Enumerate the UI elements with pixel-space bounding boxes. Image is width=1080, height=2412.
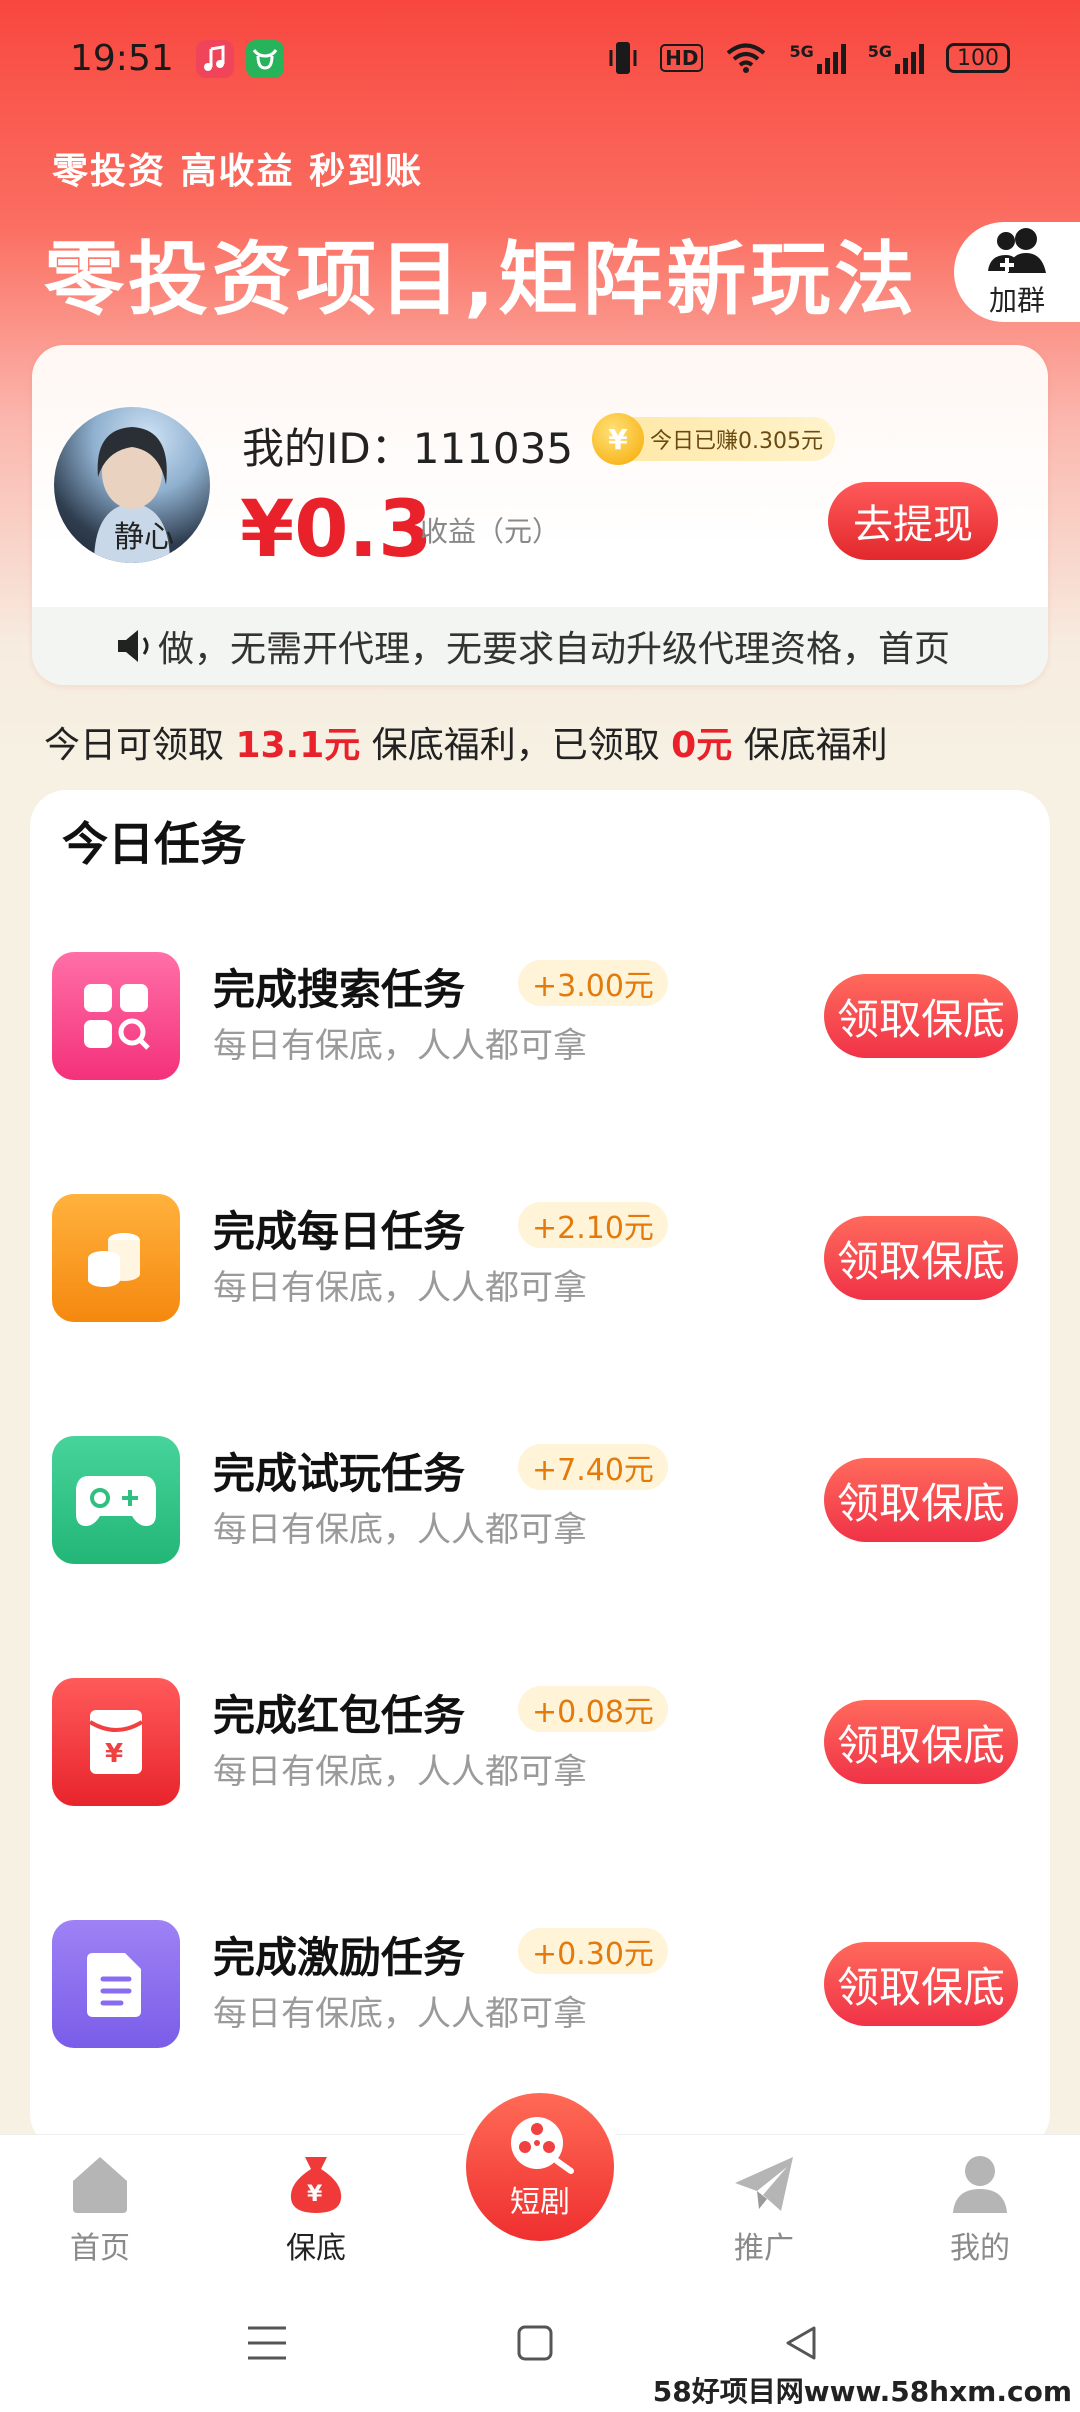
user-id: 我的ID：111035 [242,424,574,473]
task-desc: 每日有保底，人人都可拿 [213,1026,587,1066]
vibrate-icon [609,42,637,74]
bull-app-icon [246,40,284,78]
speaker-icon [118,630,149,662]
person-icon [953,2156,1007,2213]
task-reward: +0.30元 [518,1928,668,1974]
coin-icon: ¥ [592,413,644,465]
withdraw-button[interactable]: 去提现 [828,482,998,560]
avatar[interactable]: 静心 [54,407,210,563]
nav-promote-label: 推广 [734,2231,794,2266]
task-desc: 每日有保底，人人都可拿 [213,1994,587,2034]
nav-guarantee[interactable]: ¥ 保底 [246,2153,386,2267]
nav-home-label: 首页 [70,2231,130,2266]
menu-icon[interactable] [246,2324,288,2362]
claim-guarantee-button[interactable]: 领取保底 [824,1216,1018,1300]
join-group-label: 加群 [988,284,1045,317]
task-name: 完成试玩任务 [213,1449,466,1498]
task-row: 完成搜索任务 +3.00元 每日有保底，人人都可拿 领取保底 [30,952,1050,1092]
profile-card: 静心 我的ID：111035 ¥ 今日已赚0.305元 ¥0.3 收益（元） 去… [32,345,1048,685]
red-envelope-icon: ¥ [52,1678,180,1806]
task-name: 完成红包任务 [213,1691,466,1740]
short-drama-button[interactable]: 短剧 [458,2085,622,2249]
tasks-section-title: 今日任务 [62,817,246,871]
home-icon [73,2157,127,2213]
task-name: 完成每日任务 [213,1207,466,1256]
banner-tagline: 零投资 高收益 秒到账 [52,151,424,192]
group-add-icon [988,228,1046,273]
task-reward: +0.08元 [518,1686,668,1732]
today-tasks-panel: 今日任务 完成搜索任务 +3.00元 每日有保底，人人都可拿 领取保底 完成每日… [30,790,1050,2150]
announcement-text: 做，无需开代理，无要求自动升级代理资格，首页 [158,629,951,670]
banner-headline: 零投资项目,矩阵新玩法 [44,233,919,326]
task-row: 完成激励任务 +0.30元 每日有保底，人人都可拿 领取保底 [30,1920,1050,2060]
paper-plane-icon [735,2157,793,2211]
system-nav-bar: 58好项目网www.58hxm.com [0,2278,1080,2412]
grid-search-icon [52,952,180,1080]
balance-amount: ¥0.3 [240,485,433,575]
short-drama-inner: 短剧 [466,2093,614,2241]
home-square-icon[interactable] [516,2324,554,2362]
money-bag-icon: ¥ [290,2157,342,2213]
join-group-button[interactable]: 加群 [954,222,1080,322]
svg-text:¥: ¥ [307,2182,323,2207]
task-reward: +2.10元 [518,1202,668,1248]
short-drama-label: 短剧 [510,2185,570,2220]
signal-5g-icon-1: 5G [789,42,846,74]
task-desc: 每日有保底，人人都可拿 [213,1268,587,1308]
wifi-icon [727,43,766,73]
status-bar: 19:51 HD 5G 5G 100 [0,0,1080,120]
task-row: ¥ 完成红包任务 +0.08元 每日有保底，人人都可拿 领取保底 [30,1678,1050,1818]
claim-guarantee-button[interactable]: 领取保底 [824,1700,1018,1784]
signal-5g-icon-2: 5G [868,42,924,74]
coins-icon [52,1194,180,1322]
gamepad-icon [52,1436,180,1564]
nav-guarantee-label: 保底 [286,2231,346,2266]
battery-icon: 100 [946,43,1010,73]
task-desc: 每日有保底，人人都可拿 [213,1752,587,1792]
svg-text:静心: 静心 [114,520,174,555]
svg-text:¥: ¥ [105,1739,123,1769]
status-right-group: HD 5G 5G 100 [608,40,1010,76]
film-reel-icon [511,2117,574,2174]
task-row: 完成试玩任务 +7.40元 每日有保底，人人都可拿 领取保底 [30,1436,1050,1576]
nav-home[interactable]: 首页 [30,2153,170,2267]
watermark: 58好项目网www.58hxm.com [652,2370,1072,2410]
back-triangle-icon[interactable] [782,2324,820,2362]
today-earned-badge: ¥ 今日已赚0.305元 [592,413,835,465]
nav-promote[interactable]: 推广 [694,2153,834,2267]
task-name: 完成搜索任务 [213,965,466,1014]
status-time: 19:51 [70,38,174,79]
balance-label: 收益（元） [420,515,561,548]
nav-mine-label: 我的 [950,2231,1010,2266]
music-app-icon [196,40,234,78]
task-row: 完成每日任务 +2.10元 每日有保底，人人都可拿 领取保底 [30,1194,1050,1334]
nav-mine[interactable]: 我的 [910,2153,1050,2267]
announcement-marquee[interactable]: 做，无需开代理，无要求自动升级代理资格，首页 [32,607,1048,685]
welfare-claimed-amount: 0元 [671,725,733,766]
task-reward: +7.40元 [518,1444,668,1490]
task-reward: +3.00元 [518,960,668,1006]
welfare-summary: 今日可领取 13.1元 保底福利，已领取 0元 保底福利 [44,725,888,766]
hd-icon: HD [660,44,704,72]
task-desc: 每日有保底，人人都可拿 [213,1510,587,1550]
welfare-available-amount: 13.1元 [235,725,361,766]
claim-guarantee-button[interactable]: 领取保底 [824,1942,1018,2026]
task-name: 完成激励任务 [213,1933,466,1982]
claim-guarantee-button[interactable]: 领取保底 [824,1458,1018,1542]
document-icon [52,1920,180,2048]
claim-guarantee-button[interactable]: 领取保底 [824,974,1018,1058]
